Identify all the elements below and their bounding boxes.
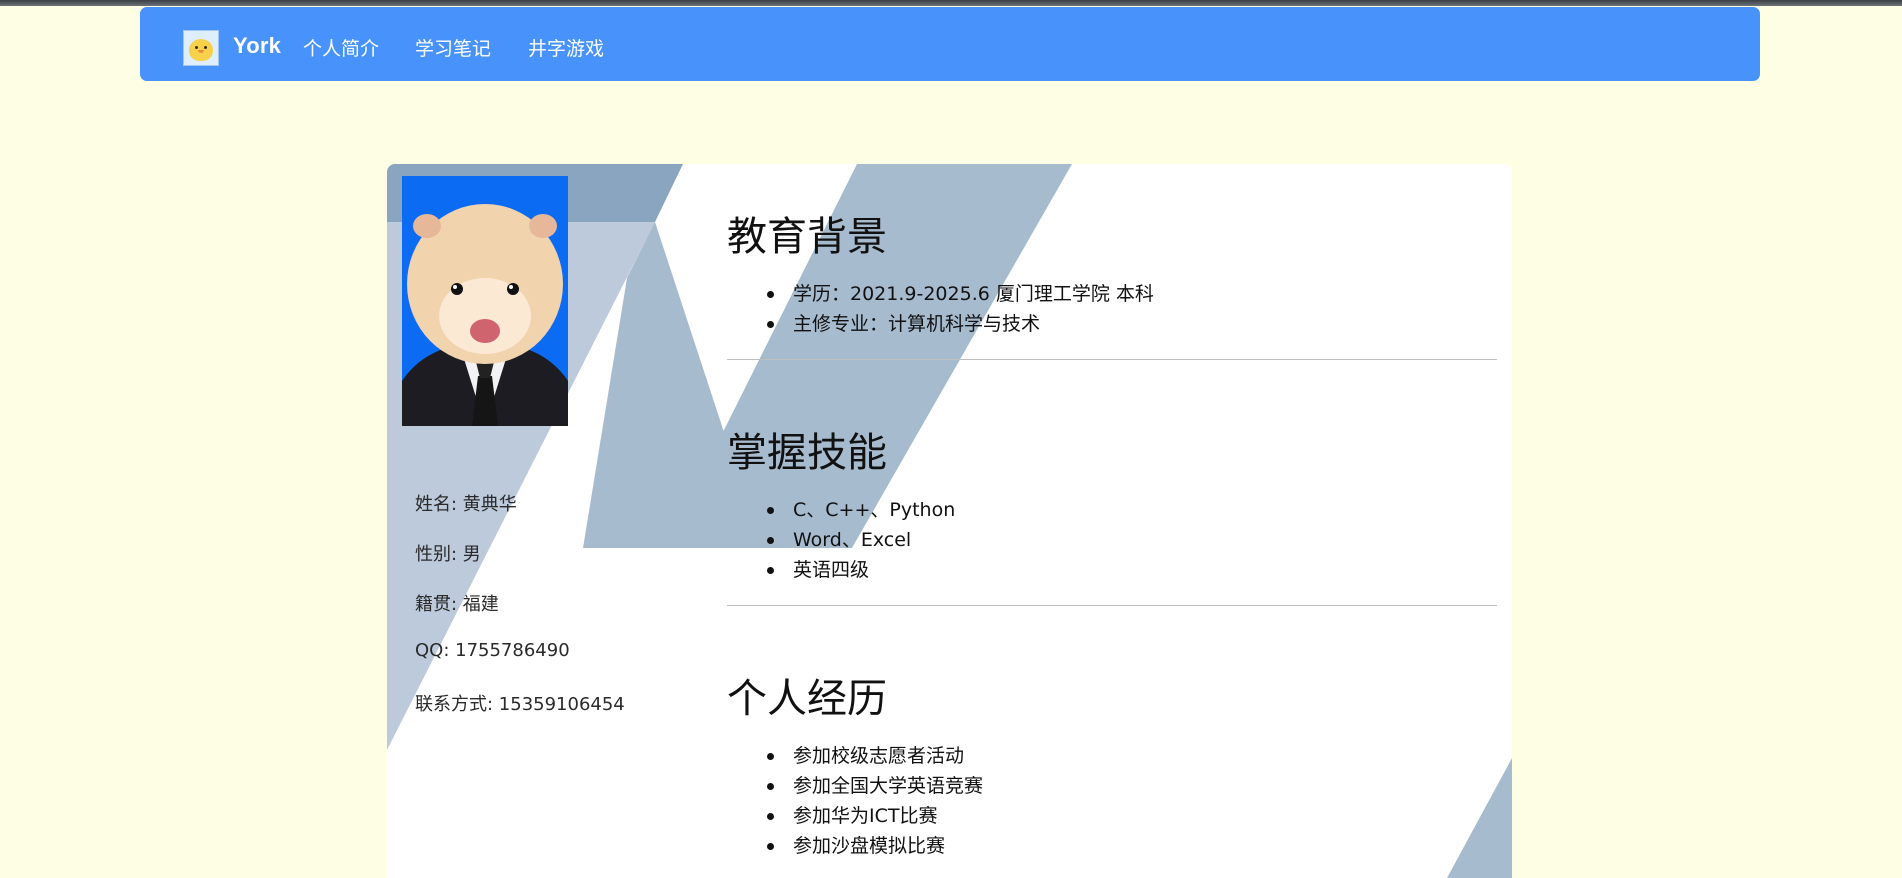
list-item: 主修专业：计算机科学与技术 [767,309,1154,339]
info-qq: QQ: 1755786490 [415,640,570,661]
brand-logo-icon[interactable] [183,30,219,66]
nav-link-profile[interactable]: 个人简介 [303,34,379,61]
list-item: 参加华为ICT比赛 [767,801,983,831]
info-phone: 联系方式: 15359106454 [415,694,625,715]
list-item: 参加沙盘模拟比赛 [767,831,983,861]
list-item: 参加全国大学英语竞赛 [767,771,983,801]
browser-top-strip [0,0,1902,6]
divider [727,359,1497,360]
list-item: 学历：2021.9-2025.6 厦门理工学院 本科 [767,279,1154,309]
profile-photo [402,176,568,426]
navbar: York 个人简介 学习笔记 井字游戏 [140,7,1760,81]
skills-list: C、C++、Python Word、Excel 英语四级 [767,495,955,585]
experience-list: 参加校级志愿者活动 参加全国大学英语竞赛 参加华为ICT比赛 参加沙盘模拟比赛 [767,741,983,861]
section-title-experience: 个人经历 [727,676,887,722]
list-item: 英语四级 [767,555,955,585]
divider [727,605,1497,606]
info-gender: 性别: 男 [415,544,481,565]
nav-link-tictactoe[interactable]: 井字游戏 [528,34,604,61]
education-list: 学历：2021.9-2025.6 厦门理工学院 本科 主修专业：计算机科学与技术 [767,279,1154,339]
list-item: 参加校级志愿者活动 [767,741,983,771]
brand-name[interactable]: York [233,33,281,59]
section-title-skills: 掌握技能 [727,430,887,476]
chick-icon [189,39,213,61]
section-title-education: 教育背景 [727,214,887,260]
list-item: Word、Excel [767,525,955,555]
info-hometown: 籍贯: 福建 [415,594,499,615]
stripe-bottom-right [1447,758,1512,878]
nav-link-notes[interactable]: 学习笔记 [415,34,491,61]
resume-card: 姓名: 黄典华 性别: 男 籍贯: 福建 QQ: 1755786490 联系方式… [387,164,1512,878]
hamster-photo-icon [402,176,568,426]
list-item: C、C++、Python [767,495,955,525]
info-name: 姓名: 黄典华 [415,494,517,515]
